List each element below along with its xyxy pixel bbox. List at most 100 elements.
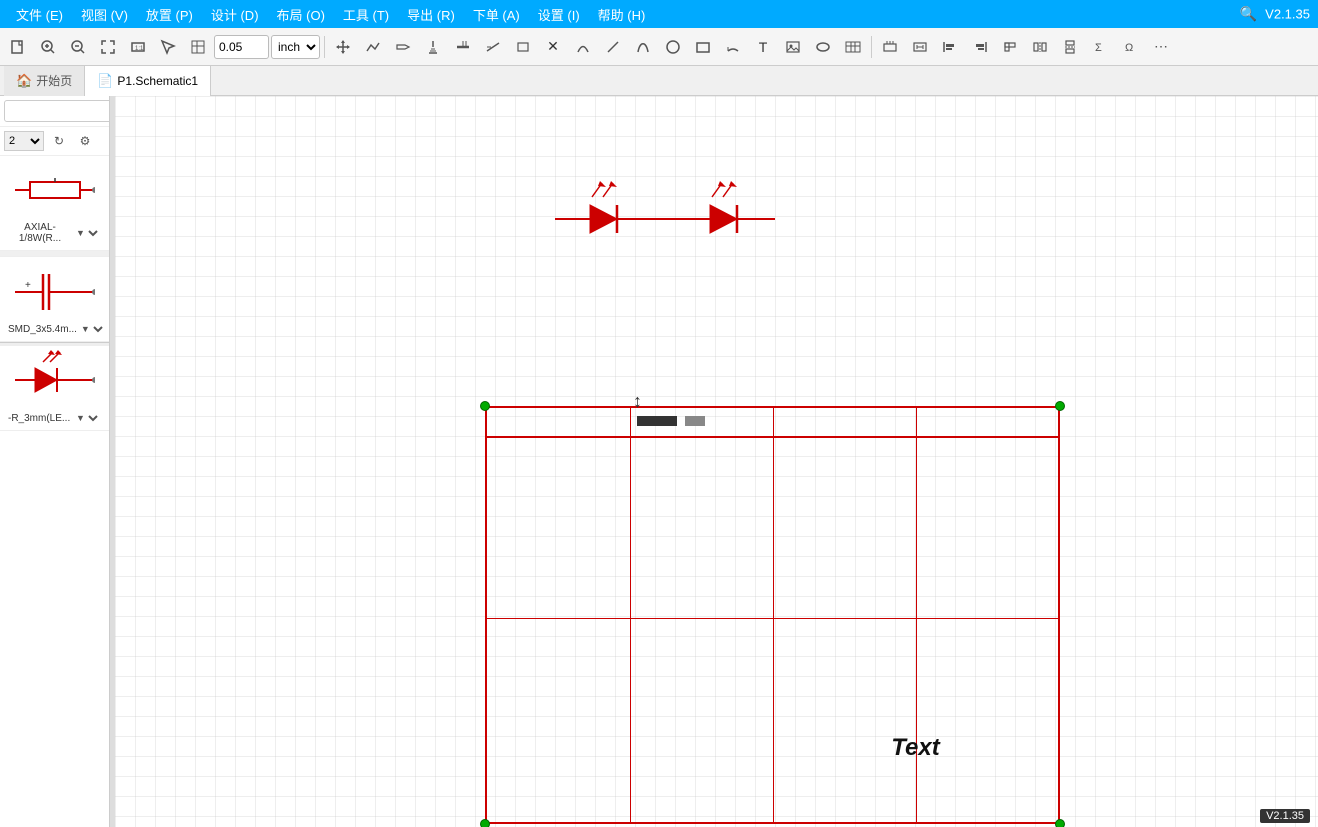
bus-button[interactable]	[449, 33, 477, 61]
component-diode[interactable]: -R_3mm(LE... ▼	[0, 346, 109, 431]
curve-button[interactable]	[719, 33, 747, 61]
table-v-line-1	[630, 408, 631, 822]
arc-button[interactable]	[569, 33, 597, 61]
select-button[interactable]	[154, 33, 182, 61]
ellipse-button[interactable]	[809, 33, 837, 61]
symbol-button-2[interactable]: Ω	[1116, 33, 1144, 61]
table-header-content-2	[685, 416, 705, 426]
junction-button[interactable]	[509, 33, 537, 61]
rect-button[interactable]	[689, 33, 717, 61]
refresh-button[interactable]: ↻	[48, 130, 70, 152]
diode-group-top	[555, 181, 875, 246]
menu-design[interactable]: 设计 (D)	[203, 3, 267, 26]
settings-button[interactable]: ⚙	[74, 130, 96, 152]
schematic-canvas[interactable]: ↕	[115, 96, 1318, 827]
text-button[interactable]: T	[749, 33, 777, 61]
zoom-in-button[interactable]	[34, 33, 62, 61]
svg-text:Ω: Ω	[1125, 42, 1133, 54]
align-right-button[interactable]	[966, 33, 994, 61]
tab-home-label: 开始页	[36, 72, 72, 89]
capacitor-label: SMD_3x5.4m... ▼	[4, 321, 105, 337]
menu-view[interactable]: 视图 (V)	[73, 3, 136, 26]
more-button[interactable]: ⋯	[1146, 33, 1174, 61]
menu-help[interactable]: 帮助 (H)	[590, 3, 654, 26]
wire-button[interactable]	[359, 33, 387, 61]
menu-settings[interactable]: 设置 (I)	[530, 3, 588, 26]
component-capacitor[interactable]: + SMD_3x5.4m... ▼	[0, 257, 109, 342]
tab-home[interactable]: 🏠 开始页	[4, 66, 85, 96]
tab-schematic1-label: P1.Schematic1	[117, 74, 198, 88]
grid-value-input[interactable]	[214, 35, 269, 59]
corner-handle-bl[interactable]	[480, 819, 490, 827]
menu-file[interactable]: 文件 (E)	[8, 3, 71, 26]
symbol-button-1[interactable]: Σ	[1086, 33, 1114, 61]
capacitor-symbol: +	[10, 261, 100, 321]
table-outer-border: Text	[485, 406, 1060, 824]
menu-bom[interactable]: 下单 (A)	[465, 3, 528, 26]
align-top-button[interactable]	[996, 33, 1024, 61]
app-version: V2.1.35	[1265, 7, 1310, 22]
tabs-bar: 🏠 开始页 📄 P1.Schematic1	[0, 66, 1318, 96]
menu-layout[interactable]: 布局 (O)	[269, 3, 333, 26]
menu-bar: 文件 (E) 视图 (V) 放置 (P) 设计 (D) 布局 (O) 工具 (T…	[8, 3, 653, 26]
grid-button[interactable]	[184, 33, 212, 61]
grid-input-group: inch mm	[214, 35, 320, 59]
component-button-2[interactable]	[906, 33, 934, 61]
resistor-label: AXIAL-1/8W(R... ▼	[4, 220, 105, 246]
table-header-content-1	[637, 416, 677, 426]
left-panel-controls: 2 1 3 ↻ ⚙	[0, 127, 109, 156]
power-button[interactable]	[419, 33, 447, 61]
table-container[interactable]: Text	[485, 406, 1060, 824]
table-button[interactable]	[839, 33, 867, 61]
table-text-cell: Text	[773, 734, 1058, 762]
corner-handle-tr[interactable]	[1055, 401, 1065, 411]
component-resistor[interactable]: AXIAL-1/8W(R... ▼	[0, 156, 109, 251]
cross-button[interactable]: ✕	[539, 33, 567, 61]
actual-size-button[interactable]: 1:1	[124, 33, 152, 61]
title-right: 🔍 V2.1.35	[1240, 6, 1310, 23]
resistor-dropdown[interactable]: ▼	[72, 227, 101, 239]
schematic-icon: 📄	[97, 73, 113, 89]
component-button-1[interactable]	[876, 33, 904, 61]
circle-button[interactable]	[659, 33, 687, 61]
svg-text:⋯: ⋯	[1154, 39, 1168, 54]
zoom-out-button[interactable]	[64, 33, 92, 61]
resize-cursor-indicator[interactable]: ↕	[633, 391, 642, 412]
component-search-input[interactable]	[4, 100, 110, 122]
canvas-area[interactable]: ↕	[115, 96, 1318, 827]
left-panel-search: 🔍	[0, 96, 109, 127]
netport-button[interactable]	[389, 33, 417, 61]
unit-select[interactable]: inch mm	[271, 35, 320, 59]
align-left-button[interactable]	[936, 33, 964, 61]
svg-text:1:1: 1:1	[135, 46, 144, 52]
resistor-symbol	[10, 160, 100, 220]
separator-2	[871, 36, 872, 58]
home-icon: 🏠	[16, 73, 32, 89]
corner-handle-br[interactable]	[1055, 819, 1065, 827]
corner-handle-tl[interactable]	[480, 401, 490, 411]
diode-label: -R_3mm(LE... ▼	[4, 410, 105, 426]
menu-tools[interactable]: 工具 (T)	[335, 3, 397, 26]
search-icon[interactable]: 🔍	[1240, 6, 1257, 23]
move-button[interactable]	[329, 33, 357, 61]
diode-dropdown[interactable]: ▼	[72, 412, 101, 424]
left-panel: 🔍 2 1 3 ↻ ⚙ AXIAL-1/8	[0, 96, 110, 827]
distribute-v-button[interactable]	[1056, 33, 1084, 61]
image-button[interactable]	[779, 33, 807, 61]
tab-schematic1[interactable]: 📄 P1.Schematic1	[85, 66, 211, 96]
toolbar: 1:1 inch mm ✕	[0, 28, 1318, 66]
table-text-value: Text	[891, 734, 939, 762]
new-button[interactable]	[4, 33, 32, 61]
menu-export[interactable]: 导出 (R)	[399, 3, 463, 26]
title-bar: 文件 (E) 视图 (V) 放置 (P) 设计 (D) 布局 (O) 工具 (T…	[0, 0, 1318, 28]
capacitor-dropdown[interactable]: ▼	[77, 323, 106, 335]
distribute-h-button[interactable]	[1026, 33, 1054, 61]
page-select[interactable]: 2 1 3	[4, 131, 44, 151]
diode-symbol	[10, 350, 100, 410]
bus-wire-button[interactable]	[479, 33, 507, 61]
menu-place[interactable]: 放置 (P)	[138, 3, 201, 26]
fit-view-button[interactable]	[94, 33, 122, 61]
line-button[interactable]	[599, 33, 627, 61]
bezier-button[interactable]	[629, 33, 657, 61]
separator-1	[324, 36, 325, 58]
